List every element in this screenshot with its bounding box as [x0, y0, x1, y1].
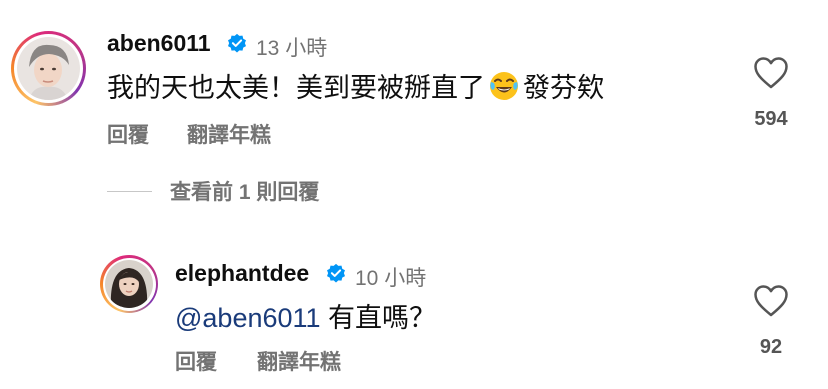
- reply-avatar[interactable]: [100, 255, 158, 313]
- comment-username[interactable]: aben6011: [107, 30, 211, 57]
- comment-item: aben6011 13 小時 我的天也太美！美到要被掰直了 發芬欸 回覆 翻譯年…: [0, 0, 828, 170]
- comment-text-after: 發芬欸: [523, 73, 604, 103]
- reply-like-count: 92: [759, 336, 783, 358]
- comment-time: 13 小時: [256, 37, 328, 60]
- comment-text-before: 我的天也太美！美到要被掰直了: [107, 73, 485, 103]
- reply-reply-button[interactable]: 回覆: [175, 346, 217, 376]
- view-replies-toggle[interactable]: 查看前 1 則回覆: [107, 176, 319, 206]
- reply-text: @aben6011 有直嗎？: [175, 296, 436, 335]
- reply-text-body: 有直嗎？: [320, 303, 437, 333]
- mention-link[interactable]: @aben6011: [175, 303, 321, 333]
- heart-icon[interactable]: [753, 56, 789, 95]
- user-photo-icon: [17, 37, 80, 100]
- comment-text: 我的天也太美！美到要被掰直了 發芬欸: [107, 66, 604, 105]
- avatar[interactable]: [11, 31, 86, 106]
- reply-translate-button[interactable]: 翻譯年糕: [257, 346, 341, 376]
- reply-heart-icon[interactable]: [753, 284, 789, 323]
- divider-line: [107, 190, 152, 192]
- reply-time: 10 小時: [355, 267, 427, 290]
- face-with-tears-of-joy-icon: [488, 70, 520, 102]
- like-count: 594: [754, 108, 788, 130]
- reply-verified-badge-icon: [325, 262, 347, 289]
- reply-item: elephantdee 10 小時 @aben6011 有直嗎？ 回覆 翻譯年糕…: [0, 220, 828, 389]
- translate-button[interactable]: 翻譯年糕: [187, 119, 271, 149]
- reply-username[interactable]: elephantdee: [175, 260, 309, 287]
- verified-badge-icon: [226, 32, 248, 59]
- view-replies-label: 查看前 1 則回覆: [170, 181, 320, 204]
- reply-user-photo-icon: [105, 260, 153, 308]
- reply-button[interactable]: 回覆: [107, 119, 149, 149]
